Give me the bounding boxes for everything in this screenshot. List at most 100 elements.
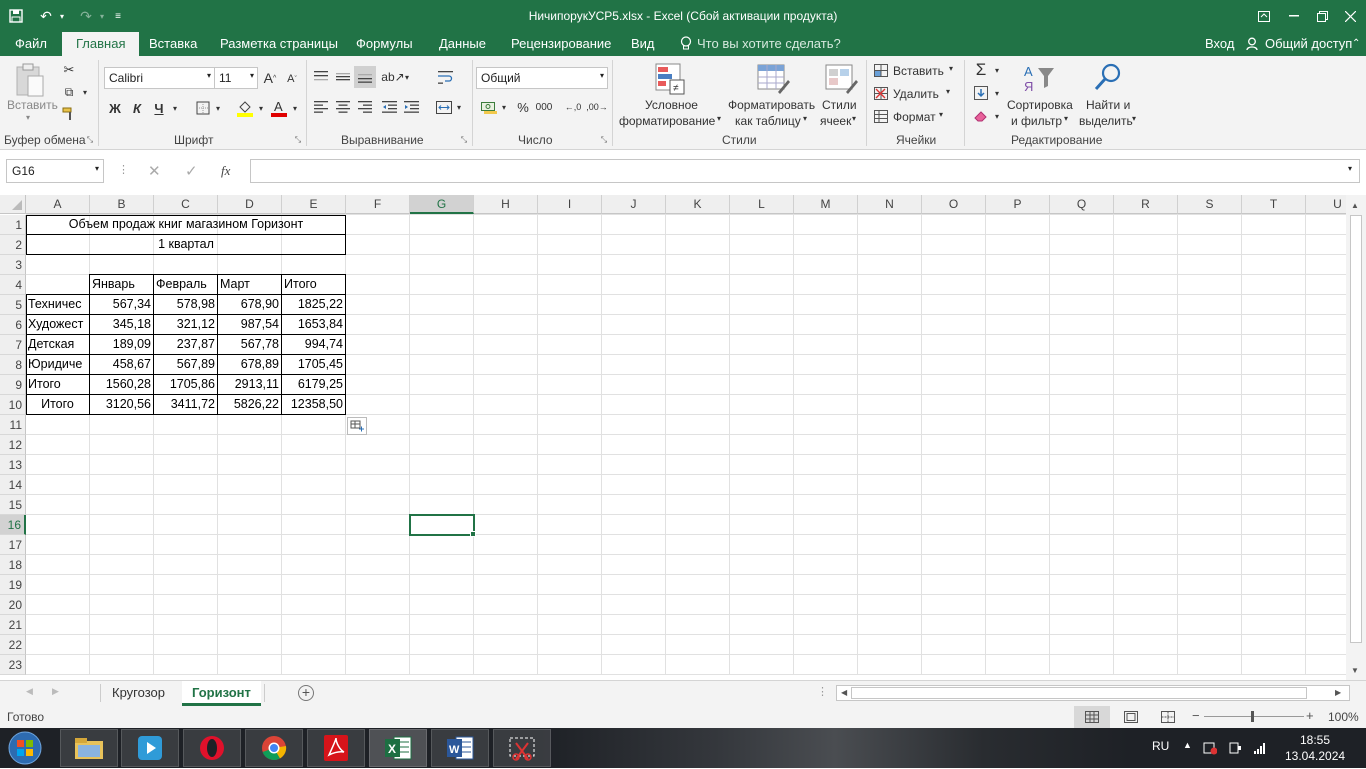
number-format-select[interactable]: Общий ▾ (476, 67, 608, 89)
quick-analysis-icon[interactable] (347, 417, 367, 435)
row-header[interactable]: 8 (0, 355, 26, 375)
format-cells-dropdown-icon[interactable]: ▾ (939, 110, 943, 119)
row-header[interactable]: 22 (0, 635, 26, 655)
percent-button[interactable]: % (514, 98, 532, 116)
value-cell[interactable]: 994,74 (282, 335, 345, 355)
value-cell[interactable]: 345,18 (90, 315, 153, 335)
row-header[interactable]: 4 (0, 275, 26, 295)
increase-font-size-icon[interactable]: A ^ (262, 68, 278, 88)
copy-dropdown-icon[interactable]: ▾ (80, 83, 90, 101)
row-header[interactable]: 19 (0, 575, 26, 595)
value-cell[interactable]: 1825,22 (282, 295, 345, 315)
tab-insert[interactable]: Вставка (149, 36, 197, 51)
delete-cells-icon[interactable] (873, 85, 889, 101)
value-cell[interactable]: 678,90 (218, 295, 281, 315)
paste-button[interactable]: Вставить (7, 98, 58, 112)
delete-cells-dropdown-icon[interactable]: ▾ (946, 87, 950, 96)
select-all-button[interactable] (0, 195, 26, 214)
close-icon[interactable] (1338, 4, 1362, 28)
conditional-formatting-label-1[interactable]: Условное (645, 98, 698, 112)
zoom-slider-thumb[interactable] (1251, 711, 1254, 722)
autosum-dropdown-icon[interactable]: ▾ (992, 61, 1002, 79)
row-header[interactable]: 12 (0, 435, 26, 455)
align-bottom-icon[interactable] (354, 66, 376, 88)
decrease-font-size-icon[interactable]: Aˇ (284, 69, 300, 89)
table-header-cell[interactable]: Март (218, 275, 281, 295)
align-right-icon[interactable] (356, 98, 374, 116)
share-button[interactable]: Общий доступ (1265, 36, 1352, 51)
minimize-icon[interactable] (1282, 4, 1306, 28)
find-select-label-2[interactable]: выделить (1079, 114, 1133, 128)
tab-data[interactable]: Данные (439, 36, 486, 51)
row-header[interactable]: 21 (0, 615, 26, 635)
cut-icon[interactable]: ✂ (60, 61, 78, 79)
thousands-separator-button[interactable]: 000 (535, 98, 553, 116)
increase-indent-icon[interactable] (402, 98, 420, 116)
align-left-icon[interactable] (312, 98, 330, 116)
table-header-cell[interactable]: Январь (90, 275, 153, 295)
row-header[interactable]: 18 (0, 555, 26, 575)
row-header[interactable]: 5 (0, 295, 26, 315)
column-header[interactable]: P (986, 195, 1050, 214)
tab-file[interactable]: Файл (15, 36, 47, 51)
autosum-icon[interactable]: Σ (972, 60, 990, 79)
zoom-level[interactable]: 100% (1328, 710, 1359, 724)
zoom-in-icon[interactable]: + (1306, 708, 1314, 723)
row-header[interactable]: 20 (0, 595, 26, 615)
title-cell[interactable]: Объем продаж книг магазином Горизонт (26, 215, 346, 235)
format-as-table-label-1[interactable]: Форматировать (728, 98, 815, 112)
wrap-text-icon[interactable] (436, 68, 454, 86)
start-button[interactable] (6, 730, 44, 766)
underline-button[interactable]: Ч (150, 98, 168, 118)
zoom-slider-track[interactable] (1204, 716, 1304, 717)
media-player-taskbar-icon[interactable] (121, 729, 179, 767)
format-cells-button[interactable]: Формат (893, 110, 936, 124)
currency-dropdown-icon[interactable]: ▾ (499, 98, 509, 116)
delete-cells-button[interactable]: Удалить (893, 87, 939, 101)
value-cell[interactable]: 237,87 (154, 335, 217, 355)
action-center-icon[interactable] (1203, 741, 1218, 758)
column-header[interactable]: E (282, 195, 346, 214)
merge-dropdown-icon[interactable]: ▾ (454, 98, 464, 116)
clear-dropdown-icon[interactable]: ▾ (992, 107, 1002, 125)
row-header[interactable]: 6 (0, 315, 26, 335)
ribbon-display-options-icon[interactable] (1252, 4, 1276, 28)
borders-dropdown-icon[interactable]: ▾ (213, 98, 223, 118)
format-as-table-label-2[interactable]: как таблицу (735, 114, 801, 128)
formula-input[interactable] (250, 159, 1360, 183)
page-layout-view-icon[interactable] (1124, 711, 1138, 726)
conditional-formatting-icon[interactable]: ≠ (654, 62, 686, 96)
row-header[interactable]: 10 (0, 395, 26, 415)
value-cell[interactable]: 1560,28 (90, 375, 153, 395)
value-cell[interactable]: 567,78 (218, 335, 281, 355)
orientation-icon[interactable]: ab↗ (381, 68, 404, 86)
column-header[interactable]: J (602, 195, 666, 214)
vertical-scrollbar[interactable]: ▲ ▼ (1346, 195, 1366, 680)
column-header[interactable]: G (410, 195, 474, 214)
explorer-taskbar-icon[interactable] (60, 729, 118, 767)
column-header[interactable]: C (154, 195, 218, 214)
find-select-icon[interactable] (1092, 62, 1124, 94)
column-header[interactable]: M (794, 195, 858, 214)
horizontal-scrollbar[interactable]: ◀ ▶ (836, 685, 1350, 701)
copy-icon[interactable]: ⧉ (60, 83, 78, 101)
insert-cells-icon[interactable] (873, 62, 889, 78)
value-cell[interactable]: 578,98 (154, 295, 217, 315)
format-as-table-icon[interactable] (756, 62, 790, 96)
clock-time[interactable]: 18:55 (1300, 733, 1330, 747)
formula-bar-grip-icon[interactable]: ⋮ (118, 163, 129, 176)
find-select-label-1[interactable]: Найти и (1086, 98, 1130, 112)
fill-color-dropdown-icon[interactable]: ▾ (256, 98, 266, 118)
row-label-cell[interactable]: Детская (26, 335, 89, 355)
column-header[interactable]: R (1114, 195, 1178, 214)
tab-view[interactable]: Вид (631, 36, 655, 51)
format-painter-icon[interactable] (60, 105, 78, 123)
number-launcher-icon[interactable]: ⤡ (600, 135, 608, 144)
excel-taskbar-icon[interactable]: X (369, 729, 427, 767)
borders-icon[interactable] (194, 98, 212, 118)
row-header[interactable]: 13 (0, 455, 26, 475)
chrome-taskbar-icon[interactable] (245, 729, 303, 767)
column-header[interactable]: I (538, 195, 602, 214)
clear-eraser-icon[interactable] (972, 107, 990, 125)
cell-styles-dropdown-icon[interactable]: ▾ (852, 114, 856, 123)
